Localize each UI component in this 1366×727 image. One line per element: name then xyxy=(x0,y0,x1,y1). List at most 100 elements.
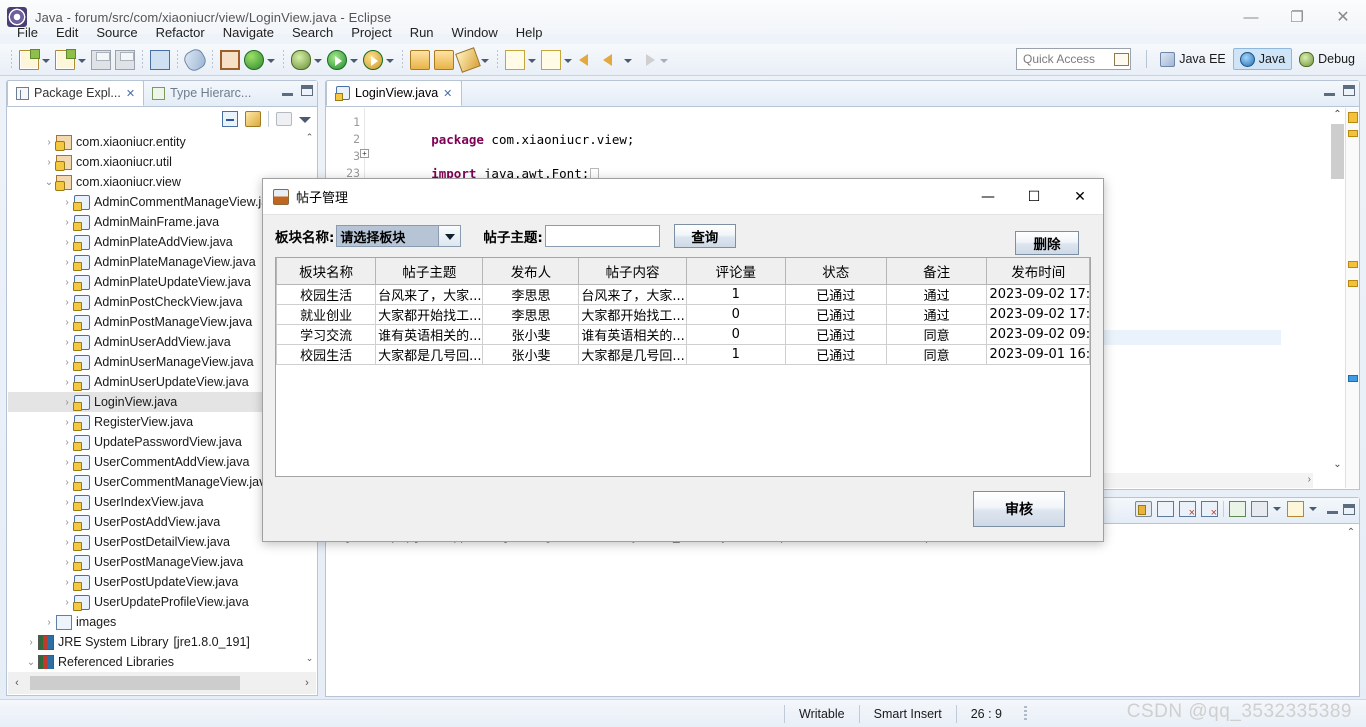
display-selected-console-icon[interactable] xyxy=(1251,501,1268,517)
chevron-down-icon[interactable] xyxy=(438,226,461,246)
warning-marker[interactable] xyxy=(1348,280,1358,287)
scroll-down-icon[interactable]: ⌄ xyxy=(303,653,316,667)
table-row[interactable]: 就业创业 大家都开始找工... 李思思 大家都开始找工... 0 已通过 通过 2023-09… xyxy=(275,304,1090,325)
tree-item[interactable]: › AdminUserUpdateView.java xyxy=(8,372,303,392)
collapsed-arrow-icon[interactable]: › xyxy=(60,517,74,528)
edit-icon[interactable] xyxy=(455,46,481,73)
scroll-down-icon[interactable]: ⌄ xyxy=(1330,459,1345,470)
collapsed-arrow-icon[interactable]: › xyxy=(60,337,74,348)
menu-help[interactable]: Help xyxy=(507,23,552,42)
view-menu-icon[interactable] xyxy=(299,113,311,125)
tree-item[interactable]: ⌄ Referenced Libraries xyxy=(8,652,303,669)
tab-close-icon[interactable]: ✕ xyxy=(126,87,135,100)
table-row[interactable]: 校园生活 台风来了，大家... 李思思 台风来了，大家... 1 已通过 通过 2023-09… xyxy=(275,283,1090,305)
package-explorer-horizontal-scrollbar[interactable]: ‹ › xyxy=(8,672,316,694)
collapsed-arrow-icon[interactable]: › xyxy=(60,317,74,328)
collapsed-arrow-icon[interactable]: › xyxy=(60,577,74,588)
collapsed-arrow-icon[interactable]: › xyxy=(60,437,74,448)
clear-console-icon[interactable] xyxy=(1179,501,1196,519)
perspective-debug[interactable]: Debug xyxy=(1292,48,1362,70)
tree-item[interactable]: › UserCommentManageView.java xyxy=(8,472,303,492)
delete-button[interactable]: 删除 xyxy=(1015,231,1079,255)
query-button[interactable]: 查询 xyxy=(673,224,736,248)
menu-project[interactable]: Project xyxy=(342,23,400,42)
collapsed-arrow-icon[interactable]: › xyxy=(60,537,74,548)
tab-type-hierarchy[interactable]: Type Hierarc... xyxy=(144,80,259,106)
menu-file[interactable]: File xyxy=(8,23,47,42)
occurrence-marker[interactable] xyxy=(1348,375,1358,382)
debug-dropdown-icon[interactable] xyxy=(313,50,322,70)
tree-item[interactable]: › com.xiaoniucr.util xyxy=(8,152,303,172)
tree-item[interactable]: › UserPostUpdateView.java xyxy=(8,572,303,592)
tab-package-explorer[interactable]: Package Expl... ✕ xyxy=(7,80,145,106)
plate-name-select[interactable]: 请选择板块 xyxy=(336,225,462,247)
expanded-arrow-icon[interactable]: ⌄ xyxy=(24,657,38,668)
console-maximize-icon[interactable] xyxy=(1343,503,1355,515)
tree-item[interactable]: › AdminMainFrame.java xyxy=(8,212,303,232)
next-annotation-icon[interactable] xyxy=(505,49,525,70)
save-icon[interactable] xyxy=(91,49,111,70)
toggle-markers-icon[interactable] xyxy=(181,45,209,74)
post-topic-input[interactable] xyxy=(544,225,660,247)
collapsed-arrow-icon[interactable]: › xyxy=(60,217,74,228)
collapsed-arrow-icon[interactable]: › xyxy=(60,257,74,268)
tree-item[interactable]: › images xyxy=(8,612,303,632)
column-header-topic[interactable]: 帖子主题 xyxy=(375,258,484,285)
collapsed-arrow-icon[interactable]: › xyxy=(60,377,74,388)
collapsed-arrow-icon[interactable]: › xyxy=(60,397,74,408)
tree-item[interactable]: › com.xiaoniucr.entity xyxy=(8,132,303,152)
open-console-icon[interactable] xyxy=(1287,501,1304,517)
remove-launch-icon[interactable] xyxy=(1201,501,1218,519)
menu-edit[interactable]: Edit xyxy=(47,23,87,42)
tree-item[interactable]: › AdminCommentManageView.java xyxy=(8,192,303,212)
pin-console-icon[interactable] xyxy=(1229,501,1246,517)
perspective-java-ee[interactable]: Java EE xyxy=(1153,48,1233,70)
tree-item[interactable]: › AdminUserManageView.java xyxy=(8,352,303,372)
scroll-right-icon[interactable]: › xyxy=(1308,474,1311,485)
menu-search[interactable]: Search xyxy=(283,23,342,42)
menu-refactor[interactable]: Refactor xyxy=(147,23,214,42)
run-external-tools-icon[interactable] xyxy=(363,49,383,70)
collapse-all-icon[interactable] xyxy=(222,111,238,127)
scroll-up-icon[interactable]: ⌃ xyxy=(1330,109,1345,120)
collapsed-arrow-icon[interactable]: › xyxy=(60,277,74,288)
collapsed-arrow-icon[interactable]: › xyxy=(42,617,56,628)
collapsed-arrow-icon[interactable]: › xyxy=(42,137,56,148)
console-output[interactable]: LoginView (21) [Java Application] C:\Pro… xyxy=(327,525,1344,680)
collapsed-arrow-icon[interactable]: › xyxy=(24,637,38,648)
column-header-author[interactable]: 发布人 xyxy=(482,258,580,285)
console-minimize-icon[interactable] xyxy=(1327,511,1338,514)
lock-icon[interactable] xyxy=(1135,501,1152,517)
back-dropdown-icon[interactable] xyxy=(623,50,632,70)
column-header-plate[interactable]: 板块名称 xyxy=(275,258,377,285)
menu-navigate[interactable]: Navigate xyxy=(214,23,283,42)
tree-item[interactable]: › JRE System Library [jre1.8.0_191] xyxy=(8,632,303,652)
tree-item[interactable]: › UserCommentAddView.java xyxy=(8,452,303,472)
console-vertical-scrollbar[interactable]: ⌃ xyxy=(1344,525,1358,695)
previous-annotation-dropdown-icon[interactable] xyxy=(563,50,572,70)
tree-item[interactable]: › RegisterView.java xyxy=(8,412,303,432)
scrollbar-thumb[interactable] xyxy=(1331,124,1344,179)
refresh-icon[interactable] xyxy=(244,49,264,70)
open-console-dropdown-icon[interactable] xyxy=(1309,501,1318,517)
run-icon[interactable] xyxy=(327,49,347,70)
dialog-maximize-button[interactable]: ☐ xyxy=(1011,179,1057,215)
open-type-icon[interactable] xyxy=(410,49,430,70)
previous-annotation-icon[interactable] xyxy=(541,49,561,70)
editor-overview-ruler[interactable] xyxy=(1345,108,1359,488)
status-resize-grip[interactable] xyxy=(1023,705,1027,722)
collapsed-arrow-icon[interactable]: › xyxy=(60,357,74,368)
editor-maximize-icon[interactable] xyxy=(1343,85,1355,96)
collapsed-arrow-icon[interactable]: › xyxy=(60,197,74,208)
debug-icon[interactable] xyxy=(291,49,311,70)
tree-item[interactable]: › LoginView.java xyxy=(8,392,303,412)
column-header-comments[interactable]: 评论量 xyxy=(686,258,786,285)
back-to-icon[interactable] xyxy=(577,50,597,70)
editor-tab-close-icon[interactable]: ✕ xyxy=(443,87,452,100)
table-row[interactable]: 校园生活 大家都是几号回... 张小斐 大家都是几号回... 1 已通过 同意 2023-09… xyxy=(275,344,1090,365)
scroll-left-icon[interactable]: ‹ xyxy=(8,677,26,689)
tree-item[interactable]: › UserIndexView.java xyxy=(8,492,303,512)
open-perspective-icon[interactable] xyxy=(1114,49,1136,69)
package-presentation-icon[interactable] xyxy=(276,112,292,126)
editor-minimize-icon[interactable] xyxy=(1324,92,1335,96)
